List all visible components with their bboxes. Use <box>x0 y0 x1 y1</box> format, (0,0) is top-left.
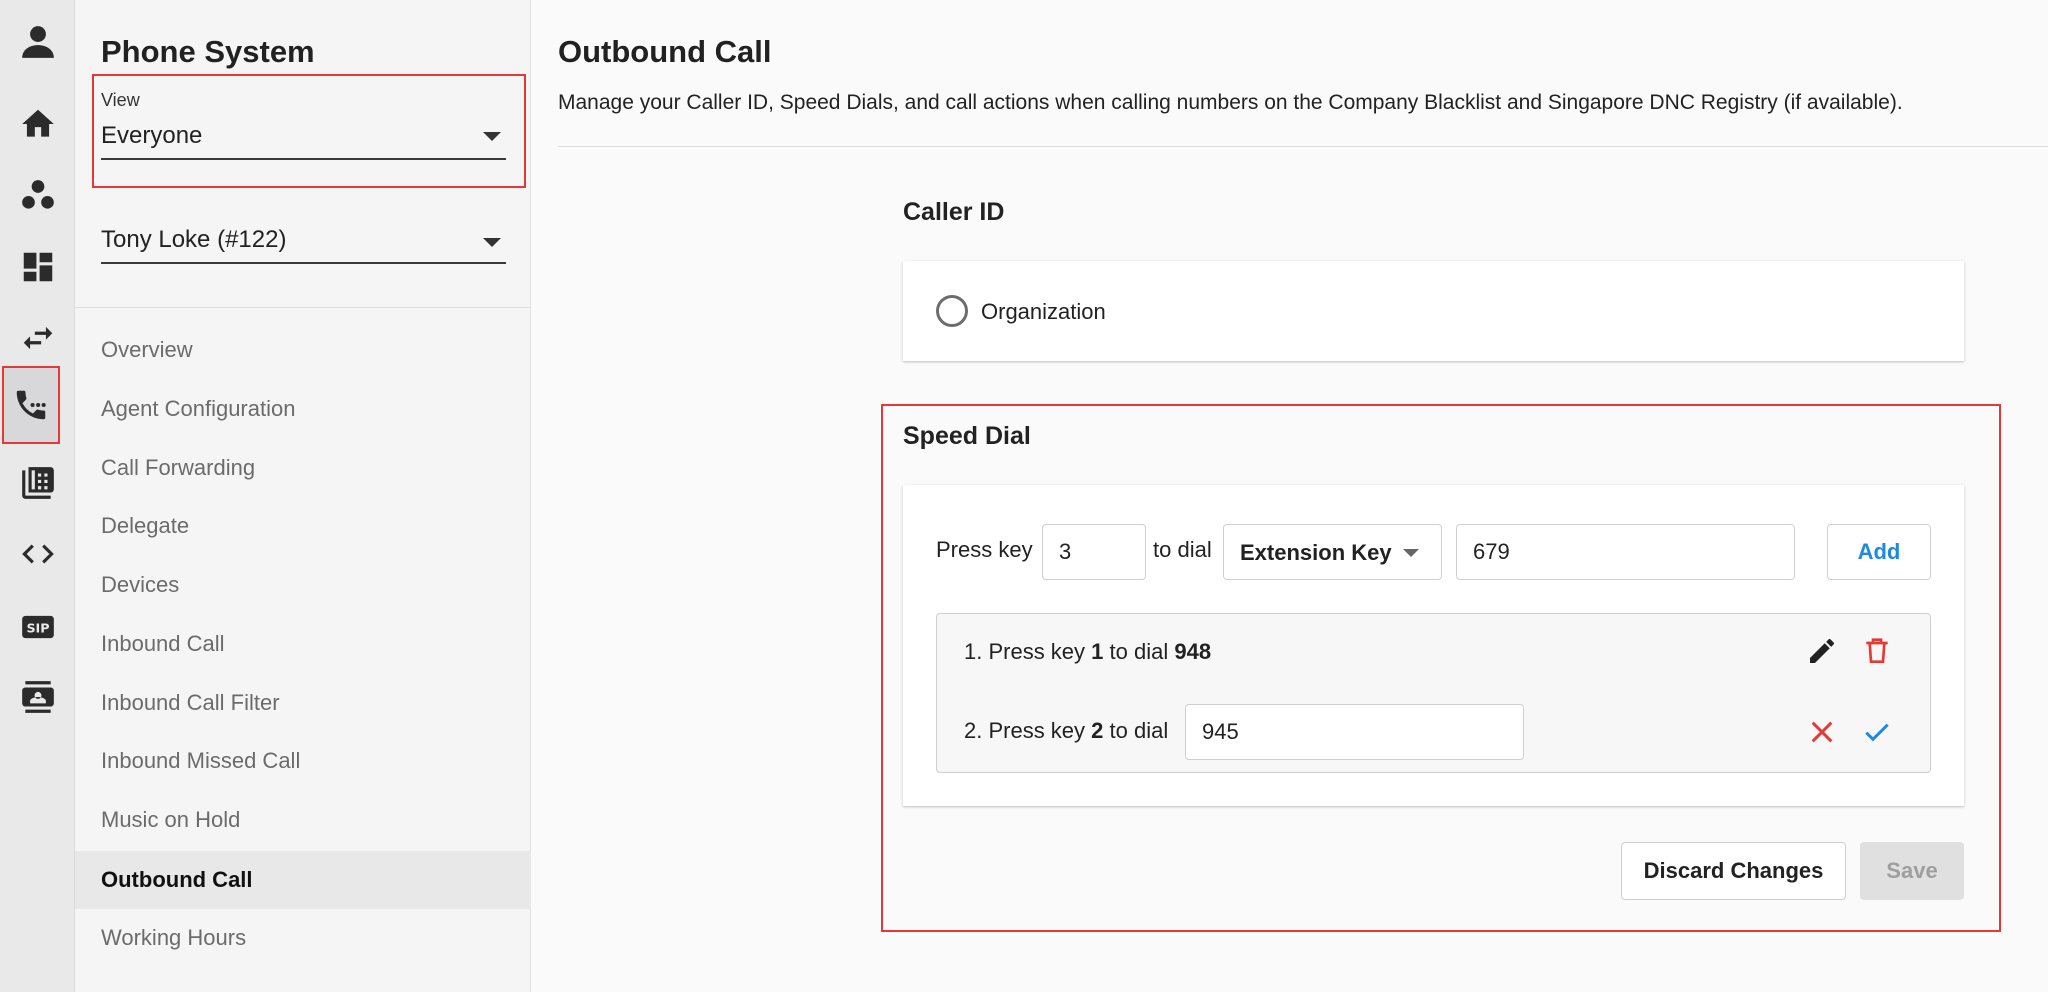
nav-item-devices[interactable]: Devices <box>75 559 531 611</box>
phone-rail-button[interactable] <box>2 366 60 444</box>
user-select[interactable]: Tony Loke (#122) <box>101 224 506 264</box>
chevron-down-icon <box>1403 549 1419 557</box>
nav-item-overview[interactable]: Overview <box>75 324 531 376</box>
organization-radio[interactable] <box>936 295 968 327</box>
edit-entry-1-button[interactable] <box>1805 634 1839 668</box>
nav-item-inbound-missed-call[interactable]: Inbound Missed Call <box>75 735 531 787</box>
chevron-down-icon <box>483 132 501 141</box>
cancel-edit-entry-2-button[interactable] <box>1805 715 1839 749</box>
svg-text:SIP: SIP <box>26 621 49 636</box>
user-select-value: Tony Loke (#122) <box>101 226 287 253</box>
trash-icon <box>1866 638 1888 663</box>
user-rail-button[interactable] <box>0 12 75 72</box>
caller-id-card: Organization <box>903 261 1964 361</box>
phone-system-icon <box>21 467 54 499</box>
nav-item-working-hours[interactable]: Working Hours <box>75 912 531 964</box>
home-rail-button[interactable] <box>0 94 75 154</box>
view-select-label: View <box>101 90 140 110</box>
speed-dial-title: Speed Dial <box>903 422 1031 450</box>
caller-id-title: Caller ID <box>903 198 1005 226</box>
chevron-down-icon <box>483 238 501 247</box>
close-icon <box>1811 721 1833 743</box>
speed-dial-list: 1. Press key 1 to dial 948 2. Press key … <box>936 613 1931 773</box>
home-icon <box>21 109 54 137</box>
page-title: Outbound Call <box>558 34 772 69</box>
phone-dialpad-icon <box>16 390 46 420</box>
swap-rail-button[interactable] <box>0 308 75 368</box>
contacts-rail-button[interactable] <box>0 667 75 727</box>
main-content: Outbound Call Manage your Caller ID, Spe… <box>532 0 2048 992</box>
code-icon <box>21 544 54 564</box>
speed-dial-entry-2-number-input[interactable] <box>1185 704 1524 760</box>
user-icon <box>21 26 54 58</box>
nav-item-agent-configuration[interactable]: Agent Configuration <box>75 383 531 435</box>
add-speed-dial-button[interactable]: Add <box>1827 524 1931 580</box>
sidebar: Phone System View Everyone Tony Loke (#1… <box>75 0 531 992</box>
swap-icon <box>23 326 52 350</box>
view-select-value: Everyone <box>101 122 203 149</box>
icon-rail: SIP <box>0 0 75 992</box>
nav-item-inbound-call[interactable]: Inbound Call <box>75 618 531 670</box>
press-key-label: Press key <box>936 537 1033 562</box>
main-divider <box>558 146 2048 147</box>
speed-dial-type-value: Extension Key <box>1240 540 1392 565</box>
sidebar-title: Phone System <box>101 34 315 69</box>
code-rail-button[interactable] <box>0 524 75 584</box>
speed-dial-entry-1: 1. Press key 1 to dial 948 <box>964 639 1212 664</box>
sip-rail-button[interactable]: SIP <box>0 597 75 657</box>
speed-dial-entry-2: 2. Press key 2 to dial <box>964 718 1169 743</box>
confirm-edit-entry-2-button[interactable] <box>1860 715 1894 749</box>
view-select[interactable]: View Everyone <box>101 90 506 160</box>
sip-icon: SIP <box>21 615 54 639</box>
speed-dial-key-input[interactable] <box>1042 524 1146 580</box>
sidebar-divider <box>75 307 531 308</box>
nav-item-outbound-call[interactable]: Outbound Call <box>75 851 531 909</box>
groups-rail-button[interactable] <box>0 166 75 226</box>
page-description: Manage your Caller ID, Speed Dials, and … <box>558 91 1903 114</box>
pencil-icon <box>1810 638 1835 663</box>
discard-changes-button[interactable]: Discard Changes <box>1621 842 1846 900</box>
contact-card-icon <box>21 681 54 713</box>
nav-item-call-forwarding[interactable]: Call Forwarding <box>75 442 531 494</box>
dashboard-rail-button[interactable] <box>0 237 75 297</box>
save-button[interactable]: Save <box>1860 842 1964 900</box>
delete-entry-1-button[interactable] <box>1860 634 1894 668</box>
nav-item-delegate[interactable]: Delegate <box>75 500 531 552</box>
organization-radio-label: Organization <box>981 299 1106 324</box>
speed-dial-card: Press key to dial Extension Key Add 1. P… <box>903 485 1964 806</box>
phone-system-rail-button[interactable] <box>0 453 75 513</box>
speed-dial-type-select[interactable]: Extension Key <box>1223 524 1442 580</box>
to-dial-label: to dial <box>1153 537 1212 562</box>
check-icon <box>1865 723 1889 742</box>
dashboard-icon <box>23 252 52 282</box>
speed-dial-number-input[interactable] <box>1456 524 1795 580</box>
groups-icon <box>21 180 54 209</box>
nav-item-music-on-hold[interactable]: Music on Hold <box>75 794 531 846</box>
nav-item-inbound-call-filter[interactable]: Inbound Call Filter <box>75 677 531 729</box>
